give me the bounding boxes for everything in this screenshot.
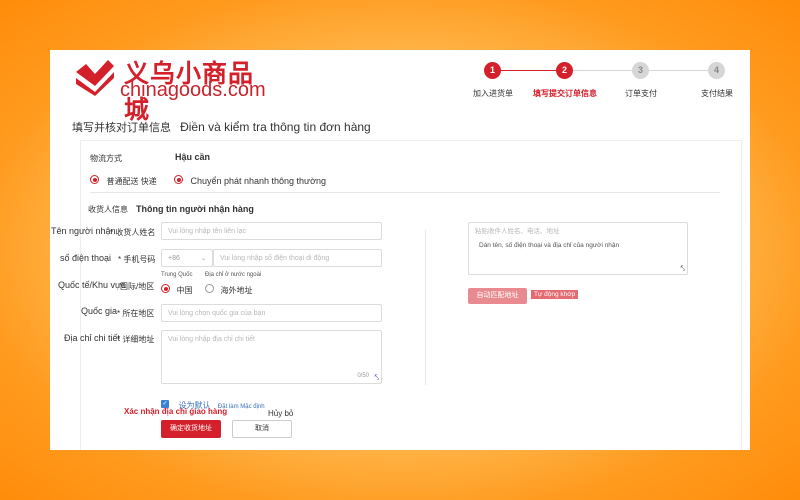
logistics-option-cn[interactable]: 普通配送 快递: [90, 171, 157, 189]
browser-frame: 义乌小商品城 chinagoods.com 1 2 3 4 加入进货单 填写提交…: [50, 50, 750, 450]
step-3-label: 订单支付: [625, 89, 657, 98]
address-label-vi: Địa chỉ chi tiết: [64, 333, 121, 343]
radio-selected-icon[interactable]: [161, 284, 170, 294]
page-title: 填写并核对订单信息 Điền và kiểm tra thông tin đơn…: [72, 119, 371, 135]
cancel-button[interactable]: 取消: [232, 420, 292, 438]
logistics-label-cn: 物流方式: [90, 154, 122, 163]
recipient-section-vi: Thông tin người nhận hàng: [136, 204, 254, 214]
chevron-down-icon: ⌄: [200, 256, 206, 262]
column-divider: [425, 230, 426, 385]
logistics-label-vi: Hậu cần: [175, 152, 211, 162]
smart-paste-textarea[interactable]: 粘贴收件人姓名、电话、地址 Dán tên, số điện thoại và …: [468, 222, 688, 275]
phone-input[interactable]: Vui lòng nhập số điện thoại di động: [213, 249, 382, 267]
step-3-dot: 3: [632, 62, 649, 79]
region-option-china[interactable]: 中国: [161, 280, 192, 298]
region-option1-vi: Trung Quốc: [161, 272, 193, 278]
name-label-vi: Tên người nhận: [51, 226, 116, 236]
step-2-dot: 2: [556, 62, 573, 79]
address-char-counter: 0/50: [357, 373, 369, 379]
radio-selected-icon[interactable]: [90, 175, 99, 185]
checkout-steps: 1 2 3 4 加入进货单 填写提交订单信息 订单支付 支付结果: [468, 60, 738, 100]
name-label-cn: * 收货人姓名: [110, 228, 156, 237]
radio-unselected-icon[interactable]: [205, 284, 214, 294]
step-4-label: 支付结果: [701, 89, 733, 98]
phone-label-vi: số điện thoại: [60, 253, 112, 263]
address-label-cn: * 详细地址: [117, 335, 155, 344]
step-connector: [649, 70, 708, 71]
step-4-dot: 4: [708, 62, 725, 79]
confirm-address-button[interactable]: 确定收货地址: [161, 420, 221, 438]
country-label-vi: Quốc gia: [81, 306, 118, 316]
radio-selected-icon[interactable]: [174, 175, 183, 185]
phone-label-cn: * 手机号码: [118, 255, 156, 264]
region-option2-vi: Địa chỉ ở nước ngoài: [205, 272, 262, 278]
address-textarea[interactable]: Vui lòng nhập địa chỉ chi tiết 0/50 ⤣: [161, 330, 382, 384]
step-1-label: 加入进货单: [473, 89, 513, 98]
country-label-cn: * 所在地区: [117, 309, 155, 318]
country-select[interactable]: Vui lòng chọn quốc gia của bạn: [161, 304, 382, 322]
logo-text-en: chinagoods.com: [120, 79, 266, 101]
recipient-name-input[interactable]: Vui lòng nhập tên liên lạc: [161, 222, 382, 240]
recipient-section-cn: 收货人信息: [88, 205, 128, 214]
region-option-overseas[interactable]: 海外地址: [205, 280, 252, 298]
resize-handle-icon[interactable]: ⤣: [680, 265, 685, 273]
country-code-select[interactable]: +86 ⌄: [161, 249, 213, 267]
step-connector: [573, 70, 632, 71]
step-connector: [497, 70, 556, 71]
resize-handle-icon[interactable]: ⤣: [374, 374, 379, 382]
cancel-annotation-vi: Hủy bỏ: [268, 409, 294, 418]
auto-match-label-vi: Tự động khớp: [531, 290, 579, 299]
auto-match-address-button[interactable]: 自动匹配地址: [468, 288, 527, 304]
step-2-label: 填写提交订单信息: [533, 89, 597, 98]
logo[interactable]: 义乌小商品城 chinagoods.com: [72, 54, 272, 124]
section-divider: [90, 192, 720, 193]
step-1-dot: 1: [484, 62, 501, 79]
page-title-vi: Điền và kiểm tra thông tin đơn hàng: [180, 120, 371, 134]
logo-mark-icon: [76, 60, 114, 96]
confirm-address-annotation-vi: Xác nhận địa chỉ giao hàng: [124, 407, 228, 416]
region-label-cn: 国际/地区: [120, 282, 155, 291]
region-label-vi: Quốc tế/Khu vực: [58, 280, 126, 290]
logistics-option-vi[interactable]: Chuyển phát nhanh thông thường: [174, 171, 326, 189]
page-title-cn: 填写并核对订单信息: [72, 122, 171, 134]
